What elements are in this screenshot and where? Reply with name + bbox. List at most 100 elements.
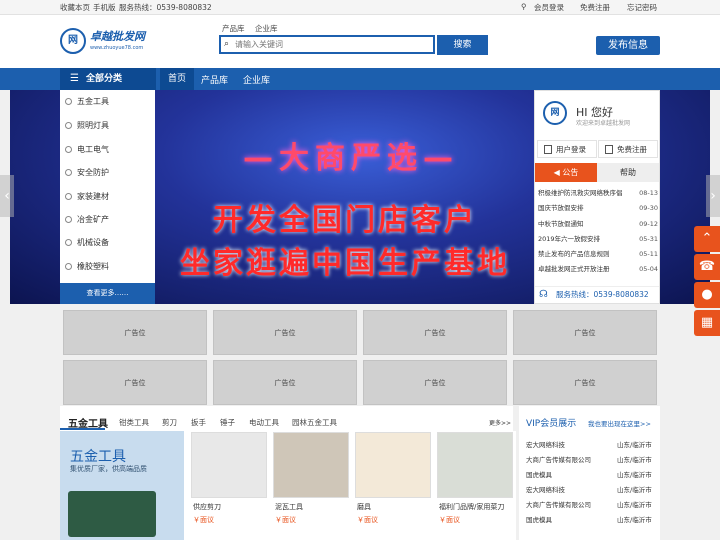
- category-item[interactable]: 电工电气: [60, 138, 155, 162]
- ad-slot[interactable]: 广告位: [213, 360, 357, 405]
- search-button[interactable]: 搜索: [437, 35, 488, 55]
- back-to-top-icon[interactable]: ⌃: [694, 226, 720, 252]
- qq-icon[interactable]: ●: [694, 282, 720, 308]
- bookmark-link[interactable]: 收藏本页: [60, 2, 90, 13]
- product-image: [273, 432, 349, 498]
- category-item[interactable]: 安全防护: [60, 161, 155, 185]
- product-card[interactable]: 泥瓦工具 ￥面议: [270, 431, 352, 540]
- category-item[interactable]: 家装建材: [60, 185, 155, 209]
- nav-home[interactable]: 首页: [160, 68, 195, 90]
- ad-slot[interactable]: 广告位: [513, 360, 657, 405]
- vip-join-link[interactable]: 我也要出现在这里>>: [588, 418, 651, 428]
- subcategory-link[interactable]: 锤子: [220, 417, 235, 428]
- ad-slot[interactable]: 广告位: [213, 310, 357, 355]
- tab-help[interactable]: 帮助: [597, 163, 659, 182]
- subcategory-link[interactable]: 园林五金工具: [292, 417, 337, 428]
- member-login-link[interactable]: 会员登录: [534, 2, 564, 13]
- notice-item[interactable]: 2019年六一放假安排 05-31: [538, 232, 658, 246]
- welcome-text: 欢迎来到卓越批发网: [576, 120, 631, 127]
- subcategory-link[interactable]: 电动工具: [249, 417, 279, 428]
- tab-notice[interactable]: ◀ 公告: [535, 163, 597, 182]
- user-icon: ⚲: [521, 2, 527, 11]
- category-list: 五金工具 照明灯具 电工电气 安全防护 家装建材 冶金矿产 机械设备 橡胶塑料: [60, 90, 155, 304]
- ad-slot[interactable]: 广告位: [363, 310, 507, 355]
- banner-next-arrow[interactable]: ›: [706, 175, 720, 217]
- search-tab-products[interactable]: 产品库: [222, 23, 245, 34]
- hotline-text: 服务热线：0539-8080832: [119, 3, 212, 12]
- product-price: ￥面议: [357, 516, 378, 524]
- forgot-password-link[interactable]: 忘记密码: [627, 2, 657, 13]
- bullet-icon: [65, 263, 72, 270]
- logo-icon[interactable]: 网: [60, 28, 86, 54]
- category-item[interactable]: 机械设备: [60, 231, 155, 255]
- product-name: 磨具: [357, 503, 371, 511]
- product-name: 福利门品牌/家用菜刀: [439, 503, 505, 511]
- mobile-link[interactable]: 手机版: [93, 2, 116, 13]
- product-price: ￥面议: [193, 516, 214, 524]
- subcategory-link[interactable]: 剪刀: [162, 417, 177, 428]
- subcategory-link[interactable]: 钳类工具: [119, 417, 149, 428]
- notice-item[interactable]: 中秋节放假通知 09-12: [538, 217, 658, 231]
- banner-prev-arrow[interactable]: ‹: [0, 175, 14, 217]
- section-more-link[interactable]: 更多>>: [489, 418, 511, 427]
- bullet-icon: [65, 146, 72, 153]
- logo-url: www.zhuoyue78.com: [90, 45, 144, 51]
- promo-subtitle: 集优质厂家，供高端品质: [70, 465, 147, 473]
- top-bar: 收藏本页 手机版 服务热线：0539-8080832 ⚲ 会员登录 免费注册 忘…: [0, 0, 720, 15]
- product-name: 供应剪刀: [193, 503, 221, 511]
- product-image: [355, 432, 431, 498]
- toolbox-image: [68, 491, 156, 537]
- bullet-icon: [65, 98, 72, 105]
- vip-member-row[interactable]: 国虎模具 山东/临沂市: [526, 513, 656, 528]
- all-categories-label: 全部分类: [86, 74, 123, 84]
- bullet-icon: [65, 193, 72, 200]
- register-link[interactable]: 免费注册: [580, 2, 610, 13]
- category-item[interactable]: 照明灯具: [60, 114, 155, 138]
- category-item[interactable]: 冶金矿产: [60, 208, 155, 232]
- product-card[interactable]: 福利门品牌/家用菜刀 ￥面议: [434, 431, 516, 540]
- notice-item[interactable]: 卓越批发网正式开放注册 05-04: [538, 262, 658, 276]
- vip-member-row[interactable]: 宏大网络科技 山东/临沂市: [526, 483, 656, 498]
- notice-item[interactable]: 禁止发布的产品信息规则 05-11: [538, 247, 658, 261]
- doc-icon: [605, 145, 613, 154]
- section-title-underline: [60, 428, 105, 430]
- vip-member-row[interactable]: 宏大网络科技 山东/临沂市: [526, 438, 656, 453]
- category-item[interactable]: 五金工具: [60, 90, 155, 114]
- product-name: 泥瓦工具: [275, 503, 303, 511]
- bullet-icon: [65, 216, 72, 223]
- banner-headline: —大商严选—: [243, 141, 459, 176]
- search-tab-companies[interactable]: 企业库: [255, 23, 278, 34]
- vip-member-row[interactable]: 大商广告传媒有限公司 山东/临沂市: [526, 498, 656, 513]
- ad-slot[interactable]: 广告位: [513, 310, 657, 355]
- category-more-link[interactable]: 查看更多……: [60, 283, 155, 304]
- subcategory-link[interactable]: 扳手: [191, 417, 206, 428]
- all-categories-button[interactable]: ☰ 全部分类: [60, 68, 156, 90]
- notice-item[interactable]: 积极维护防汛救灾网络秩序倡 08-13: [538, 186, 658, 200]
- publish-button[interactable]: 发布信息: [596, 36, 660, 55]
- product-card[interactable]: 磨具 ￥面议: [352, 431, 434, 540]
- product-price: ￥面议: [439, 516, 460, 524]
- headset-icon: ☊: [539, 289, 548, 300]
- ad-slot[interactable]: 广告位: [363, 360, 507, 405]
- vip-member-row[interactable]: 大商广告传媒有限公司 山东/临沂市: [526, 453, 656, 468]
- vip-member-row[interactable]: 国虎模具 山东/临沂市: [526, 468, 656, 483]
- product-card[interactable]: 供应剪刀 ￥面议: [188, 431, 270, 540]
- notice-item[interactable]: 国庆节放假安排 09-30: [538, 201, 658, 215]
- free-register-button[interactable]: 免费注册: [598, 140, 658, 158]
- nav-companies[interactable]: 企业库: [243, 73, 270, 86]
- category-item[interactable]: 橡胶塑料: [60, 255, 155, 279]
- ad-slot[interactable]: 广告位: [63, 310, 207, 355]
- banner-line-2: 开发全国门店客户: [213, 203, 477, 238]
- product-image: [437, 432, 513, 498]
- product-image: [191, 432, 267, 498]
- logo-text[interactable]: 卓越批发网: [90, 28, 145, 44]
- menu-icon: ☰: [70, 73, 79, 84]
- phone-icon[interactable]: ☎: [694, 254, 720, 280]
- nav-products[interactable]: 产品库: [201, 73, 228, 86]
- ad-slot[interactable]: 广告位: [63, 360, 207, 405]
- bullet-icon: [65, 169, 72, 176]
- qrcode-icon[interactable]: ▦: [694, 310, 720, 336]
- search-icon: ⌕: [224, 39, 230, 49]
- user-login-button[interactable]: 用户登录: [537, 140, 597, 158]
- search-input[interactable]: [235, 37, 425, 52]
